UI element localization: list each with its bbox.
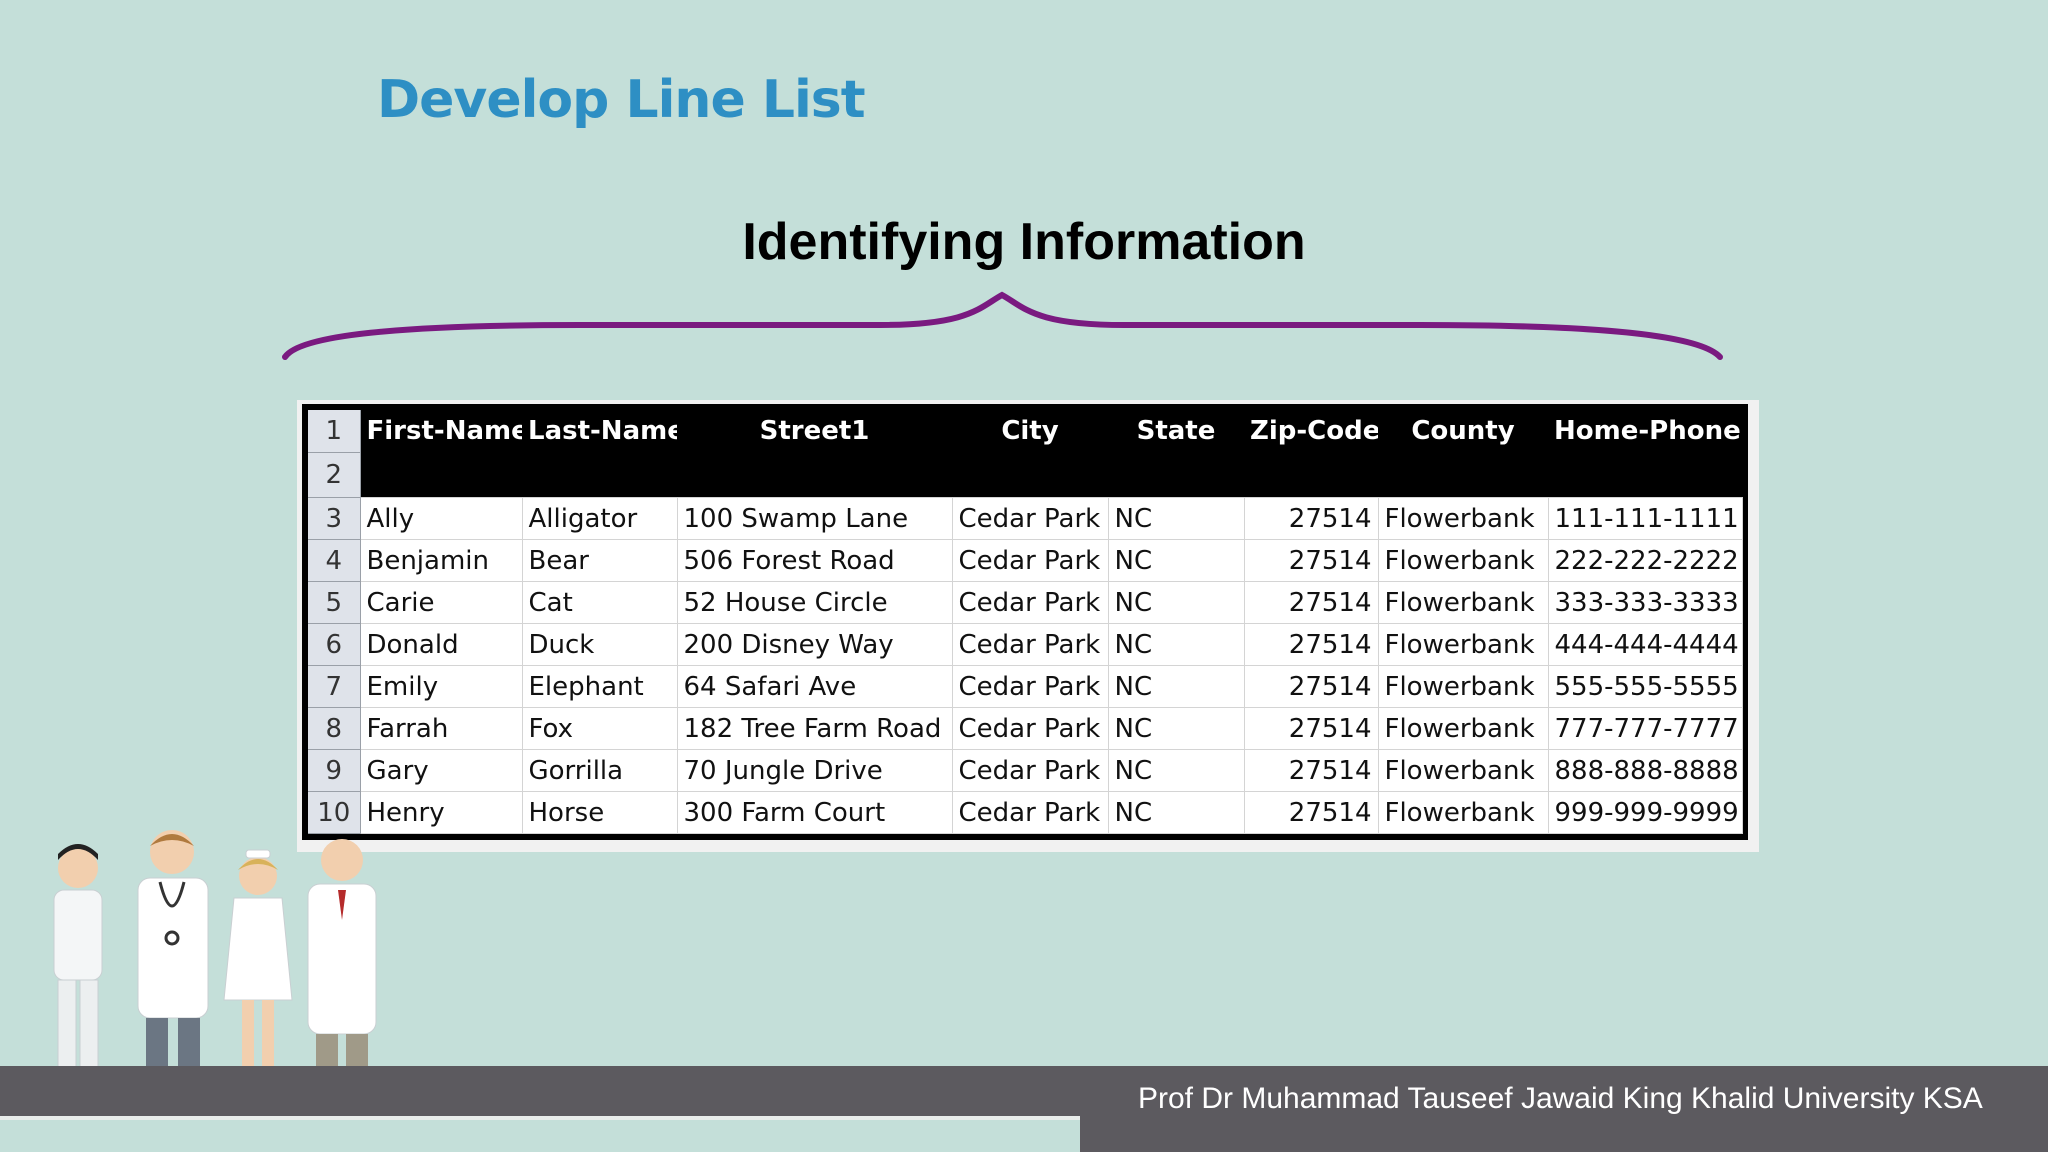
- cell-county: Flowerbank: [1377, 749, 1549, 792]
- row-number: 2: [308, 452, 361, 498]
- cell-street1: 64 Safari Ave: [676, 665, 953, 708]
- cell-first-name: Ally: [359, 497, 523, 540]
- cell-county: Flowerbank: [1377, 623, 1549, 666]
- row-number: 7: [308, 665, 361, 708]
- line-list-table: 1 First-Name Last-Name Street1 City Stat…: [308, 410, 1743, 834]
- footer-text: Prof Dr Muhammad Tauseef Jawaid King Kha…: [1138, 1082, 1983, 1115]
- cell-home-phone: 888-888-8888: [1547, 749, 1743, 792]
- cell-first-name: Benjamin: [359, 539, 523, 582]
- column-header-zip-code: Zip-Code: [1244, 410, 1378, 452]
- cell-city: Cedar Park: [951, 707, 1109, 750]
- table-row: 8 Farrah Fox 182 Tree Farm Road Cedar Park NC…: [308, 707, 1743, 750]
- column-header-county: County: [1378, 410, 1548, 452]
- column-header-last-name: Last-Name: [522, 410, 677, 452]
- cell-state: NC: [1107, 581, 1245, 624]
- cell-zip-code: 27514: [1243, 623, 1379, 666]
- cell-street1: 506 Forest Road: [676, 539, 953, 582]
- column-header-city: City: [952, 410, 1108, 452]
- section-subtitle: Identifying Information: [0, 212, 2048, 272]
- table-row: 10 Henry Horse 300 Farm Court Cedar Park NC 27…: [308, 791, 1743, 834]
- column-header-home-phone: Home-Phone: [1548, 410, 1742, 452]
- cell-county: Flowerbank: [1377, 791, 1549, 834]
- cell-last-name: Duck: [521, 623, 678, 666]
- cell-zip-code: 27514: [1243, 539, 1379, 582]
- row-number: 1: [308, 410, 361, 453]
- header-row-blank: 2: [308, 452, 1742, 498]
- cell-city: Cedar Park: [951, 791, 1109, 834]
- table-row: 7 Emily Elephant 64 Safari Ave Cedar Park NC 2…: [308, 665, 1743, 708]
- cell-county: Flowerbank: [1377, 497, 1549, 540]
- cell-city: Cedar Park: [951, 623, 1109, 666]
- cell-state: NC: [1107, 539, 1245, 582]
- blank-header-fill: [360, 452, 1742, 498]
- row-number: 8: [308, 707, 361, 750]
- cell-county: Flowerbank: [1377, 539, 1549, 582]
- cell-street1: 70 Jungle Drive: [676, 749, 953, 792]
- cell-first-name: Emily: [359, 665, 523, 708]
- slide-title: Develop Line List: [377, 70, 866, 130]
- cell-zip-code: 27514: [1243, 497, 1379, 540]
- column-header-state: State: [1108, 410, 1244, 452]
- cell-city: Cedar Park: [951, 665, 1109, 708]
- line-list-spreadsheet: 1 First-Name Last-Name Street1 City Stat…: [302, 404, 1748, 840]
- cell-county: Flowerbank: [1377, 707, 1549, 750]
- cell-city: Cedar Park: [951, 497, 1109, 540]
- cell-city: Cedar Park: [951, 581, 1109, 624]
- cell-zip-code: 27514: [1243, 707, 1379, 750]
- column-header-street1: Street1: [677, 410, 952, 452]
- cell-last-name: Gorrilla: [521, 749, 678, 792]
- cell-home-phone: 999-999-9999: [1547, 791, 1743, 834]
- cell-last-name: Cat: [521, 581, 678, 624]
- row-number: 4: [308, 539, 361, 582]
- cell-first-name: Farrah: [359, 707, 523, 750]
- cell-last-name: Fox: [521, 707, 678, 750]
- cell-street1: 300 Farm Court: [676, 791, 953, 834]
- cell-zip-code: 27514: [1243, 665, 1379, 708]
- cell-street1: 182 Tree Farm Road: [676, 707, 953, 750]
- cell-street1: 52 House Circle: [676, 581, 953, 624]
- table-row: 3 Ally Alligator 100 Swamp Lane Cedar Park NC…: [308, 497, 1743, 540]
- section-subtitle-text: Identifying Information: [742, 213, 1306, 271]
- cell-state: NC: [1107, 497, 1245, 540]
- cell-county: Flowerbank: [1377, 581, 1549, 624]
- cell-home-phone: 333-333-3333: [1547, 581, 1743, 624]
- row-number: 6: [308, 623, 361, 666]
- cell-home-phone: 555-555-5555: [1547, 665, 1743, 708]
- cell-street1: 200 Disney Way: [676, 623, 953, 666]
- cell-state: NC: [1107, 707, 1245, 750]
- cell-home-phone: 111-111-1111: [1547, 497, 1743, 540]
- cell-street1: 100 Swamp Lane: [676, 497, 953, 540]
- cell-city: Cedar Park: [951, 749, 1109, 792]
- cell-home-phone: 444-444-4444: [1547, 623, 1743, 666]
- row-number: 5: [308, 581, 361, 624]
- cell-state: NC: [1107, 623, 1245, 666]
- column-header-first-name: First-Name: [360, 410, 522, 452]
- cell-zip-code: 27514: [1243, 791, 1379, 834]
- cell-zip-code: 27514: [1243, 749, 1379, 792]
- cell-first-name: Carie: [359, 581, 523, 624]
- cell-zip-code: 27514: [1243, 581, 1379, 624]
- cell-state: NC: [1107, 749, 1245, 792]
- curly-brace-icon: [282, 291, 1723, 360]
- cell-state: NC: [1107, 791, 1245, 834]
- cell-last-name: Elephant: [521, 665, 678, 708]
- cell-first-name: Donald: [359, 623, 523, 666]
- cell-first-name: Gary: [359, 749, 523, 792]
- header-row: 1 First-Name Last-Name Street1 City Stat…: [308, 410, 1742, 453]
- table-row: 5 Carie Cat 52 House Circle Cedar Park NC 2751…: [308, 581, 1743, 624]
- table-row: 9 Gary Gorrilla 70 Jungle Drive Cedar Park NC…: [308, 749, 1743, 792]
- row-number: 9: [308, 749, 361, 792]
- table-row: 6 Donald Duck 200 Disney Way Cedar Park NC 275…: [308, 623, 1743, 666]
- cell-city: Cedar Park: [951, 539, 1109, 582]
- cell-county: Flowerbank: [1377, 665, 1549, 708]
- cell-last-name: Alligator: [521, 497, 678, 540]
- cell-last-name: Horse: [521, 791, 678, 834]
- cell-home-phone: 222-222-2222: [1547, 539, 1743, 582]
- table-row: 4 Benjamin Bear 506 Forest Road Cedar Park NC…: [308, 539, 1743, 582]
- cell-home-phone: 777-777-7777: [1547, 707, 1743, 750]
- row-number: 3: [308, 497, 361, 540]
- cell-state: NC: [1107, 665, 1245, 708]
- cell-last-name: Bear: [521, 539, 678, 582]
